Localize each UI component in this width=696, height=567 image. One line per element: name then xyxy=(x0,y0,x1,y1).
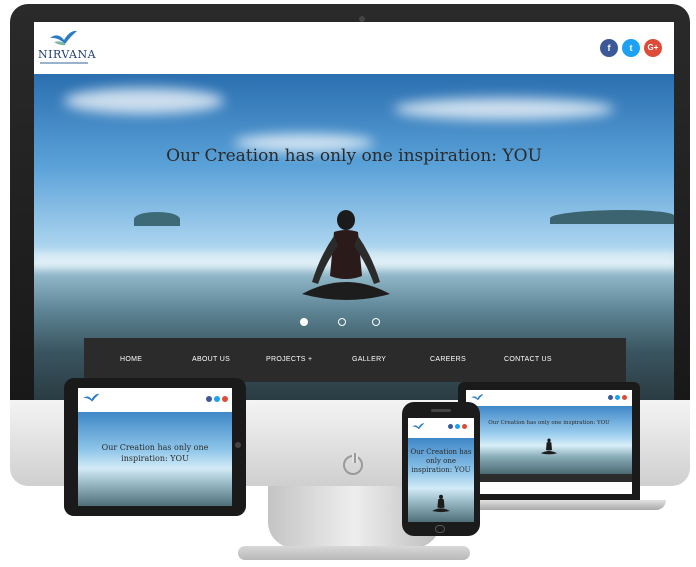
laptop-nav xyxy=(466,474,632,482)
slider-dot-3[interactable] xyxy=(372,318,380,326)
slider-dot-2[interactable] xyxy=(338,318,346,326)
phone-device: Our Creation has only one inspiration: Y… xyxy=(402,402,480,536)
hero-headline: Our Creation has only one inspiration: Y… xyxy=(166,146,542,166)
bird-logo-icon xyxy=(471,394,484,401)
island xyxy=(134,212,180,226)
facebook-icon xyxy=(608,395,613,400)
tablet-screen: Our Creation has only one inspiration: Y… xyxy=(78,388,232,506)
bird-logo-icon[interactable] xyxy=(48,28,78,48)
facebook-icon xyxy=(448,424,453,429)
bird-logo-icon xyxy=(83,393,100,402)
tablet-headline: Our Creation has only one inspiration: Y… xyxy=(101,443,209,463)
brand-tagline-rule xyxy=(40,62,88,64)
twitter-icon xyxy=(455,424,460,429)
facebook-icon[interactable]: f xyxy=(600,39,618,57)
twitter-icon[interactable]: t xyxy=(622,39,640,57)
nav-projects[interactable]: PROJECTS + xyxy=(266,338,312,382)
phone-speaker xyxy=(431,409,451,412)
site-header: NIRVANA f t G+ xyxy=(34,22,674,74)
nav-careers[interactable]: CAREERS xyxy=(430,338,466,382)
google-plus-icon xyxy=(222,396,228,402)
google-plus-icon[interactable]: G+ xyxy=(644,39,662,57)
phone-home-button xyxy=(435,525,445,533)
twitter-icon xyxy=(615,395,620,400)
laptop-screen: Our Creation has only one inspiration: Y… xyxy=(466,390,632,494)
meditating-person xyxy=(302,210,390,300)
phone-headline: Our Creation has only one inspiration: Y… xyxy=(410,448,472,474)
google-plus-icon xyxy=(622,395,627,400)
facebook-icon xyxy=(206,396,212,402)
nav-gallery[interactable]: GALLERY xyxy=(352,338,386,382)
brand-name[interactable]: NIRVANA xyxy=(38,48,96,61)
power-icon xyxy=(343,453,363,475)
tablet-home-button xyxy=(235,442,241,448)
nav-contact-us[interactable]: CONTACT US xyxy=(504,338,552,382)
meditating-person xyxy=(432,494,450,513)
nav-home[interactable]: HOME xyxy=(120,338,142,382)
phone-screen: Our Creation has only one inspiration: Y… xyxy=(408,418,474,522)
meditating-person xyxy=(541,438,557,455)
google-plus-icon xyxy=(462,424,467,429)
main-nav: HOME ABOUT US PROJECTS + GALLERY CAREERS… xyxy=(84,338,626,382)
imac-foot xyxy=(238,546,470,560)
laptop-device: Our Creation has only one inspiration: Y… xyxy=(458,382,640,500)
laptop-headline: Our Creation has only one inspiration: Y… xyxy=(488,420,610,426)
cloud xyxy=(64,88,224,114)
island xyxy=(550,210,674,224)
tablet-device: Our Creation has only one inspiration: Y… xyxy=(64,378,246,516)
bird-logo-icon xyxy=(412,423,425,430)
nav-about-us[interactable]: ABOUT US xyxy=(192,338,230,382)
cloud xyxy=(394,98,614,120)
twitter-icon xyxy=(214,396,220,402)
slider-dot-1[interactable] xyxy=(300,318,308,326)
